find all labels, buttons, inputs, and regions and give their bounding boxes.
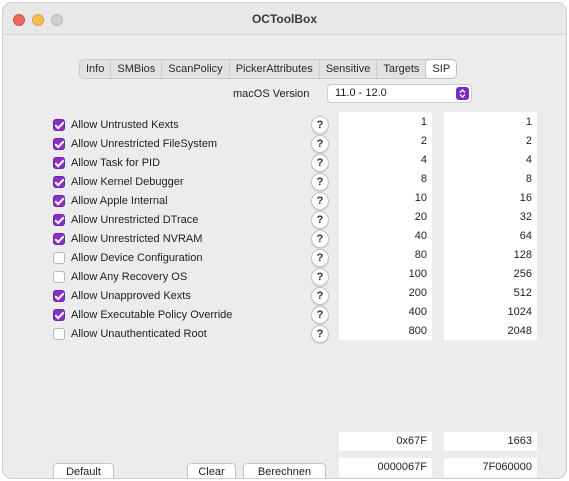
title-bar: OCToolBox — [3, 3, 566, 35]
tab-sip[interactable]: SIP — [426, 60, 457, 78]
hex-value-cell: 8 — [420, 173, 427, 185]
sip-flag-row: Allow Device Configuration — [53, 250, 202, 266]
sip-flag-row: Allow Unrestricted FileSystem — [53, 136, 217, 152]
total-hex-padded-field[interactable]: 0000067F — [339, 458, 432, 477]
sip-flag-label[interactable]: Allow Unrestricted NVRAM — [71, 233, 202, 245]
decimal-value-cell: 1 — [525, 116, 532, 128]
sip-flag-label[interactable]: Allow Task for PID — [71, 157, 160, 169]
sip-flag-row: Allow Unrestricted DTrace — [53, 212, 198, 228]
sip-flag-checkbox[interactable] — [53, 138, 65, 150]
sip-flag-checkbox[interactable] — [53, 119, 65, 131]
decimal-value-cell: 64 — [519, 230, 532, 242]
sip-flag-label[interactable]: Allow Apple Internal — [71, 195, 168, 207]
sip-flag-checkbox[interactable] — [53, 176, 65, 188]
sip-flag-checkbox[interactable] — [53, 309, 65, 321]
help-icon[interactable]: ? — [311, 173, 329, 191]
help-icon[interactable]: ? — [311, 230, 329, 248]
sip-flag-label[interactable]: Allow Kernel Debugger — [71, 176, 184, 188]
sip-flag-label[interactable]: Allow Device Configuration — [71, 252, 202, 264]
calculate-button[interactable]: Berechnen — [243, 463, 326, 478]
sip-flag-checkbox[interactable] — [53, 290, 65, 302]
hex-value-cell: 400 — [408, 306, 427, 318]
help-icon[interactable]: ? — [311, 306, 329, 324]
hex-value-cell: 4 — [420, 154, 427, 166]
decimal-values-column: 1 2 4 8 16 32 64 128 256 512 1024 2048 — [444, 112, 537, 340]
sip-flag-row: Allow Executable Policy Override — [53, 307, 232, 323]
sip-flag-label[interactable]: Allow Unrestricted FileSystem — [71, 138, 217, 150]
decimal-value-cell: 1024 — [507, 306, 532, 318]
total-decimal-field[interactable]: 1663 — [444, 432, 537, 451]
macos-version-value: 11.0 - 12.0 — [335, 87, 387, 99]
sip-flag-label[interactable]: Allow Unapproved Kexts — [71, 290, 191, 302]
decimal-value-cell: 256 — [513, 268, 532, 280]
help-icon[interactable]: ? — [311, 116, 329, 134]
decimal-value-cell: 2048 — [507, 325, 532, 337]
sip-flag-checkbox[interactable] — [53, 252, 65, 264]
sip-flag-checkbox[interactable] — [53, 157, 65, 169]
help-icon[interactable]: ? — [311, 192, 329, 210]
octoolbox-window: OCToolBox Info SMBios ScanPolicy PickerAttr… — [2, 2, 567, 479]
hex-value-cell: 200 — [408, 287, 427, 299]
sip-flag-row: Allow Unapproved Kexts — [53, 288, 191, 304]
hex-value-cell: 80 — [414, 249, 427, 261]
decimal-value-cell: 4 — [525, 154, 532, 166]
sip-flag-row: Allow Untrusted Kexts — [53, 117, 179, 133]
tab-smbios[interactable]: SMBios — [111, 60, 163, 78]
tab-scanpolicy[interactable]: ScanPolicy — [162, 60, 230, 78]
sip-flag-label[interactable]: Allow Any Recovery OS — [71, 271, 187, 283]
help-icon[interactable]: ? — [311, 268, 329, 286]
decimal-value-cell: 2 — [525, 135, 532, 147]
sip-flag-label[interactable]: Allow Unauthenticated Root — [71, 328, 207, 340]
help-icon[interactable]: ? — [311, 154, 329, 172]
default-button[interactable]: Default — [53, 463, 114, 478]
tab-bar: Info SMBios ScanPolicy PickerAttributes Sens… — [79, 59, 458, 79]
clear-button[interactable]: Clear — [187, 463, 236, 478]
sip-flag-checkbox[interactable] — [53, 233, 65, 245]
decimal-value-cell: 128 — [513, 249, 532, 261]
sip-flag-row: Allow Kernel Debugger — [53, 174, 184, 190]
macos-version-select[interactable]: 11.0 - 12.0 — [327, 84, 472, 103]
help-icon[interactable]: ? — [311, 325, 329, 343]
sip-flag-label[interactable]: Allow Untrusted Kexts — [71, 119, 179, 131]
sip-flag-checkbox[interactable] — [53, 271, 65, 283]
help-icon[interactable]: ? — [311, 211, 329, 229]
sip-flag-checkbox[interactable] — [53, 328, 65, 340]
decimal-value-cell: 16 — [519, 192, 532, 204]
decimal-value-cell: 32 — [519, 211, 532, 223]
help-icon[interactable]: ? — [311, 287, 329, 305]
help-icon[interactable]: ? — [311, 135, 329, 153]
sip-flag-row: Allow Any Recovery OS — [53, 269, 187, 285]
tab-info[interactable]: Info — [80, 60, 112, 78]
tab-targets[interactable]: Targets — [377, 60, 427, 78]
hex-value-cell: 100 — [408, 268, 427, 280]
select-updown-icon — [456, 87, 469, 100]
tab-sensitive[interactable]: Sensitive — [320, 60, 378, 78]
hex-value-cell: 20 — [414, 211, 427, 223]
window-title: OCToolBox — [251, 12, 318, 26]
macos-version-label: macOS Version — [233, 88, 310, 100]
hex-value-cell: 800 — [408, 325, 427, 337]
decimal-value-cell: 512 — [513, 287, 532, 299]
sip-flag-row: Allow Task for PID — [53, 155, 160, 171]
hex-value-cell: 40 — [414, 230, 427, 242]
sip-flag-label[interactable]: Allow Executable Policy Override — [71, 309, 232, 321]
sip-flag-row: Allow Apple Internal — [53, 193, 168, 209]
help-icon[interactable]: ? — [311, 249, 329, 267]
total-le-bytes-field[interactable]: 7F060000 — [444, 458, 537, 477]
hex-value-cell: 10 — [414, 192, 427, 204]
sip-flag-label[interactable]: Allow Unrestricted DTrace — [71, 214, 198, 226]
hex-value-cell: 2 — [420, 135, 427, 147]
sip-flag-row: Allow Unauthenticated Root — [53, 326, 207, 342]
hex-values-column: 1 2 4 8 10 20 40 80 100 200 400 800 — [339, 112, 432, 340]
total-hex-field[interactable]: 0x67F — [339, 432, 432, 451]
decimal-value-cell: 8 — [525, 173, 532, 185]
hex-value-cell: 1 — [420, 116, 427, 128]
sip-flag-checkbox[interactable] — [53, 195, 65, 207]
tab-pickerattributes[interactable]: PickerAttributes — [230, 60, 320, 78]
sip-flag-checkbox[interactable] — [53, 214, 65, 226]
sip-flag-row: Allow Unrestricted NVRAM — [53, 231, 202, 247]
